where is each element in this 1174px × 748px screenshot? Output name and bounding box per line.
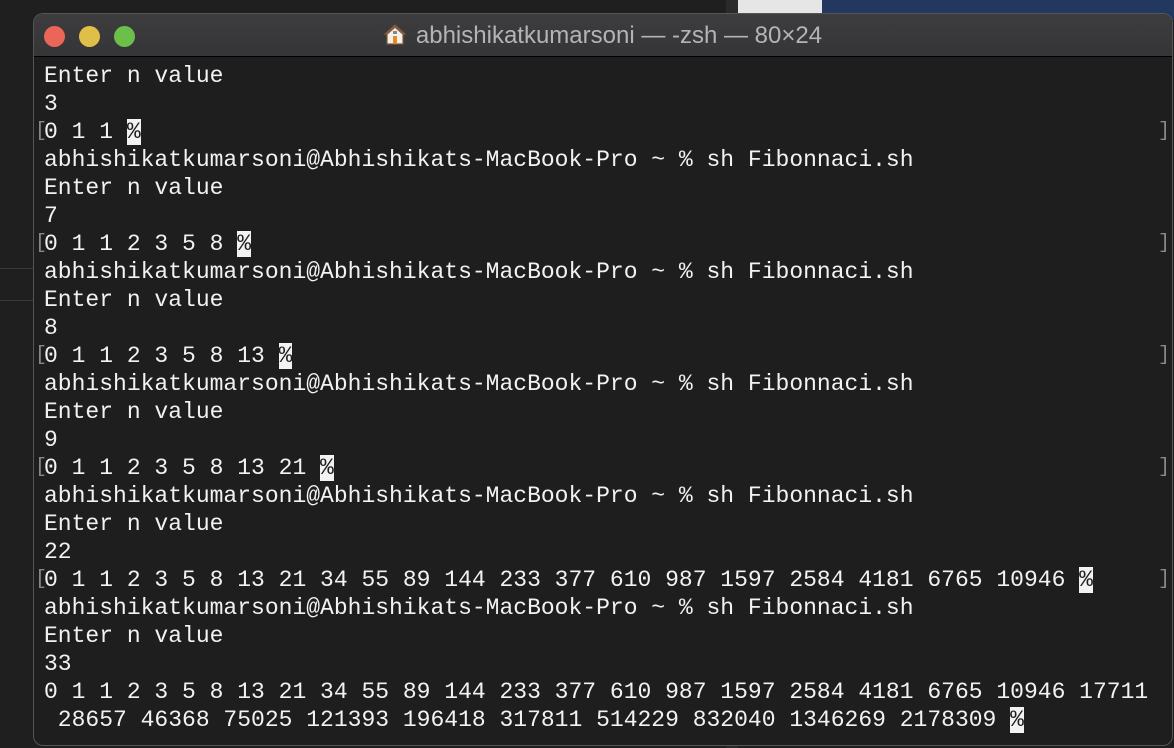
terminal-line-text: abhishikatkumarsoni@Abhishikats-MacBook-… [44, 147, 914, 173]
window-title-text: abhishikatkumarsoni — -zsh — 80×24 [415, 22, 823, 49]
terminal-line-text: Enter n value [44, 399, 224, 425]
terminal-line-text: 22 [44, 539, 72, 565]
mark-bracket-right: ] [1157, 232, 1170, 255]
terminal-line-text: 8 [44, 315, 58, 341]
terminal-line: [0 1 1 %] [34, 118, 1172, 146]
terminal-line-text: 28657 46368 75025 121393 196418 317811 5… [44, 707, 1011, 733]
terminal-line: 28657 46368 75025 121393 196418 317811 5… [34, 706, 1172, 734]
terminal-line-text: 0 1 1 [44, 119, 127, 145]
mark-bracket-right: ] [1157, 344, 1170, 367]
mark-bracket-right: ] [1157, 456, 1170, 479]
partial-line-marker: % [237, 231, 252, 257]
mark-bracket-right: ] [1157, 120, 1170, 143]
terminal-line-text: 33 [44, 651, 72, 677]
terminal-line-text: 0 1 1 2 3 5 8 13 21 34 55 89 144 233 377… [44, 679, 1149, 705]
window-title: abhishikatkumarsoni — -zsh — 80×24 [34, 22, 1172, 50]
terminal-line: 22 [34, 538, 1172, 566]
terminal-line: Enter n value [34, 62, 1172, 90]
terminal-line-text: Enter n value [44, 623, 224, 649]
terminal-line-text: abhishikatkumarsoni@Abhishikats-MacBook-… [44, 259, 914, 285]
terminal-line-text: 3 [44, 91, 58, 117]
terminal-line-text: Enter n value [44, 175, 224, 201]
partial-line-marker: % [320, 455, 334, 481]
terminal-line: 3 [34, 90, 1172, 118]
partial-line-marker: % [126, 119, 141, 145]
terminal-line: [0 1 1 2 3 5 8 13 %] [34, 342, 1172, 370]
terminal-line: 7 [34, 202, 1172, 230]
mark-bracket-left: [ [35, 344, 48, 367]
terminal-line: abhishikatkumarsoni@Abhishikats-MacBook-… [34, 594, 1172, 622]
mark-bracket-left: [ [35, 456, 48, 479]
mark-bracket-left: [ [35, 120, 48, 143]
terminal-line-text: abhishikatkumarsoni@Abhishikats-MacBook-… [44, 483, 914, 509]
terminal-line: Enter n value [34, 622, 1172, 650]
terminal-window[interactable]: abhishikatkumarsoni — -zsh — 80×24 Enter… [34, 14, 1172, 745]
mark-bracket-left: [ [35, 232, 48, 255]
terminal-line: [0 1 1 2 3 5 8 13 21 %] [34, 454, 1172, 482]
terminal-line: Enter n value [34, 398, 1172, 426]
terminal-output[interactable]: Enter n value 3[0 1 1 %] abhishikatkumarso… [34, 57, 1172, 745]
home-folder-icon [383, 24, 406, 45]
partial-line-marker: % [1010, 707, 1024, 733]
background-divider [0, 300, 34, 301]
terminal-line: [0 1 1 2 3 5 8 %] [34, 230, 1172, 258]
terminal-line: abhishikatkumarsoni@Abhishikats-MacBook-… [34, 146, 1172, 174]
terminal-line-text: 0 1 1 2 3 5 8 13 21 34 55 89 144 233 377… [44, 567, 1080, 593]
terminal-line: 9 [34, 426, 1172, 454]
terminal-line-text: Enter n value [44, 63, 224, 89]
terminal-line-text: abhishikatkumarsoni@Abhishikats-MacBook-… [44, 595, 914, 621]
terminal-line: [0 1 1 2 3 5 8 13 21 34 55 89 144 233 37… [34, 566, 1172, 594]
partial-line-marker: % [278, 343, 293, 369]
terminal-line-text: 0 1 1 2 3 5 8 [44, 231, 238, 257]
terminal-line: Enter n value [34, 174, 1172, 202]
terminal-line-text: 0 1 1 2 3 5 8 13 21 [44, 455, 321, 481]
terminal-line: abhishikatkumarsoni@Abhishikats-MacBook-… [34, 258, 1172, 286]
terminal-line-text: abhishikatkumarsoni@Abhishikats-MacBook-… [44, 371, 914, 397]
title-bar[interactable]: abhishikatkumarsoni — -zsh — 80×24 [34, 14, 1172, 57]
terminal-line: Enter n value [34, 286, 1172, 314]
terminal-line: 0 1 1 2 3 5 8 13 21 34 55 89 144 233 377… [34, 678, 1172, 706]
partial-line-marker: % [1079, 567, 1093, 593]
mark-bracket-right: ] [1157, 568, 1170, 591]
terminal-line: abhishikatkumarsoni@Abhishikats-MacBook-… [34, 370, 1172, 398]
terminal-line-text: Enter n value [44, 287, 224, 313]
terminal-line-text: 9 [44, 427, 58, 453]
terminal-line: abhishikatkumarsoni@Abhishikats-MacBook-… [34, 482, 1172, 510]
terminal-line: 33 [34, 650, 1172, 678]
terminal-line-text: 0 1 1 2 3 5 8 13 [44, 343, 279, 369]
terminal-line-text: 7 [44, 203, 58, 229]
terminal-line: Enter n value [34, 510, 1172, 538]
terminal-line-text: Enter n value [44, 511, 224, 537]
terminal-line: 8 [34, 314, 1172, 342]
background-divider [0, 268, 34, 269]
mark-bracket-left: [ [35, 568, 48, 591]
